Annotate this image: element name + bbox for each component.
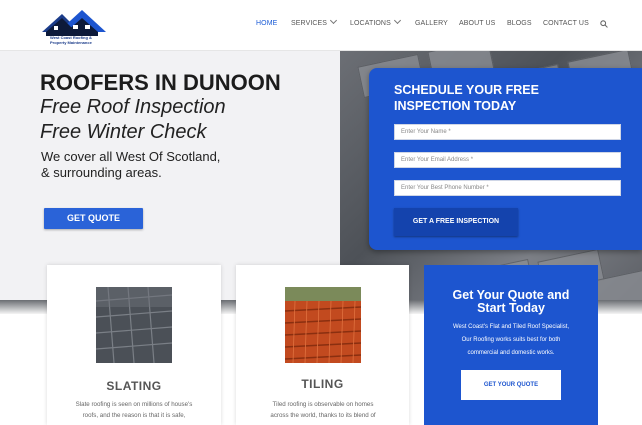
logo-text-line2: Property Maintenance	[50, 40, 92, 45]
search-icon[interactable]	[600, 20, 608, 28]
nav-home[interactable]: HOME	[256, 20, 277, 27]
hero-coverage-line2: & surrounding areas.	[41, 165, 162, 180]
card-text-slating-line1: Slate roofing is seen on millions of hou…	[75, 401, 193, 408]
nav-gallery[interactable]: GALLERY	[415, 20, 448, 27]
cta-title-line2: Start Today	[477, 301, 545, 315]
form-title-line2: INSPECTION TODAY	[394, 99, 517, 113]
site-header: West Coast Roofing & Property Maintenanc…	[0, 0, 642, 51]
nav-contact-us[interactable]: CONTACT US	[543, 20, 589, 27]
cta-text-line3: commercial and domestic works.	[467, 350, 555, 356]
hero-coverage-line1: We cover all West Of Scotland,	[41, 149, 221, 164]
name-input[interactable]: Enter Your Name *	[394, 124, 621, 140]
cta-text-line1: West Coast's Flat and Tiled Roof Special…	[452, 324, 570, 330]
cta-title-line1: Get Your Quote and	[452, 288, 570, 302]
service-card-tiling[interactable]: TILING Tiled roofing is observable on ho…	[236, 265, 409, 425]
phone-input[interactable]: Enter Your Best Phone Number *	[394, 180, 621, 196]
nav-blogs[interactable]: BLOGS	[507, 20, 532, 27]
nav-about-us[interactable]: ABOUT US	[459, 20, 495, 27]
card-text-slating-line2: roofs, and the reason is that it is safe…	[82, 412, 186, 419]
hero-subtitle-winter-check: Free Winter Check	[40, 121, 207, 143]
card-text-tiling-line1: Tiled roofing is observable on homes	[272, 401, 374, 408]
nav-services-label: SERVICES	[291, 20, 328, 27]
get-quote-button[interactable]: GET QUOTE	[44, 208, 143, 229]
free-inspection-button[interactable]: GET A FREE INSPECTION	[394, 208, 518, 236]
chevron-down-icon	[393, 16, 401, 25]
quote-cta-card: Get Your Quote and Start Today West Coas…	[424, 265, 598, 425]
card-title-slating: SLATING	[106, 379, 162, 393]
slate-roof-image	[96, 287, 172, 363]
inspection-form-panel: SCHEDULE YOUR FREE INSPECTION TODAY Ente…	[369, 68, 642, 250]
nav-locations-label: LOCATIONS	[350, 20, 391, 27]
chevron-down-icon	[330, 16, 338, 25]
get-your-quote-button[interactable]: GET YOUR QUOTE	[461, 370, 561, 400]
card-text-tiling-line2: across the world, thanks to its blend of	[270, 412, 376, 419]
form-title-line1: SCHEDULE YOUR FREE	[394, 83, 539, 97]
email-input[interactable]: Enter Your Email Address *	[394, 152, 621, 168]
cta-text-line2: Our Roofing works suits best for both	[461, 337, 561, 343]
site-logo[interactable]: West Coast Roofing & Property Maintenanc…	[40, 6, 110, 46]
hero-title: ROOFERS IN DUNOON	[40, 70, 281, 95]
service-card-slating[interactable]: SLATING Slate roofing is seen on million…	[47, 265, 221, 425]
card-title-tiling: TILING	[301, 377, 344, 391]
tile-roof-image	[285, 287, 361, 363]
nav-services[interactable]: SERVICES	[291, 16, 338, 27]
hero-subtitle-inspection: Free Roof Inspection	[40, 96, 226, 118]
nav-locations[interactable]: LOCATIONS	[350, 16, 401, 27]
